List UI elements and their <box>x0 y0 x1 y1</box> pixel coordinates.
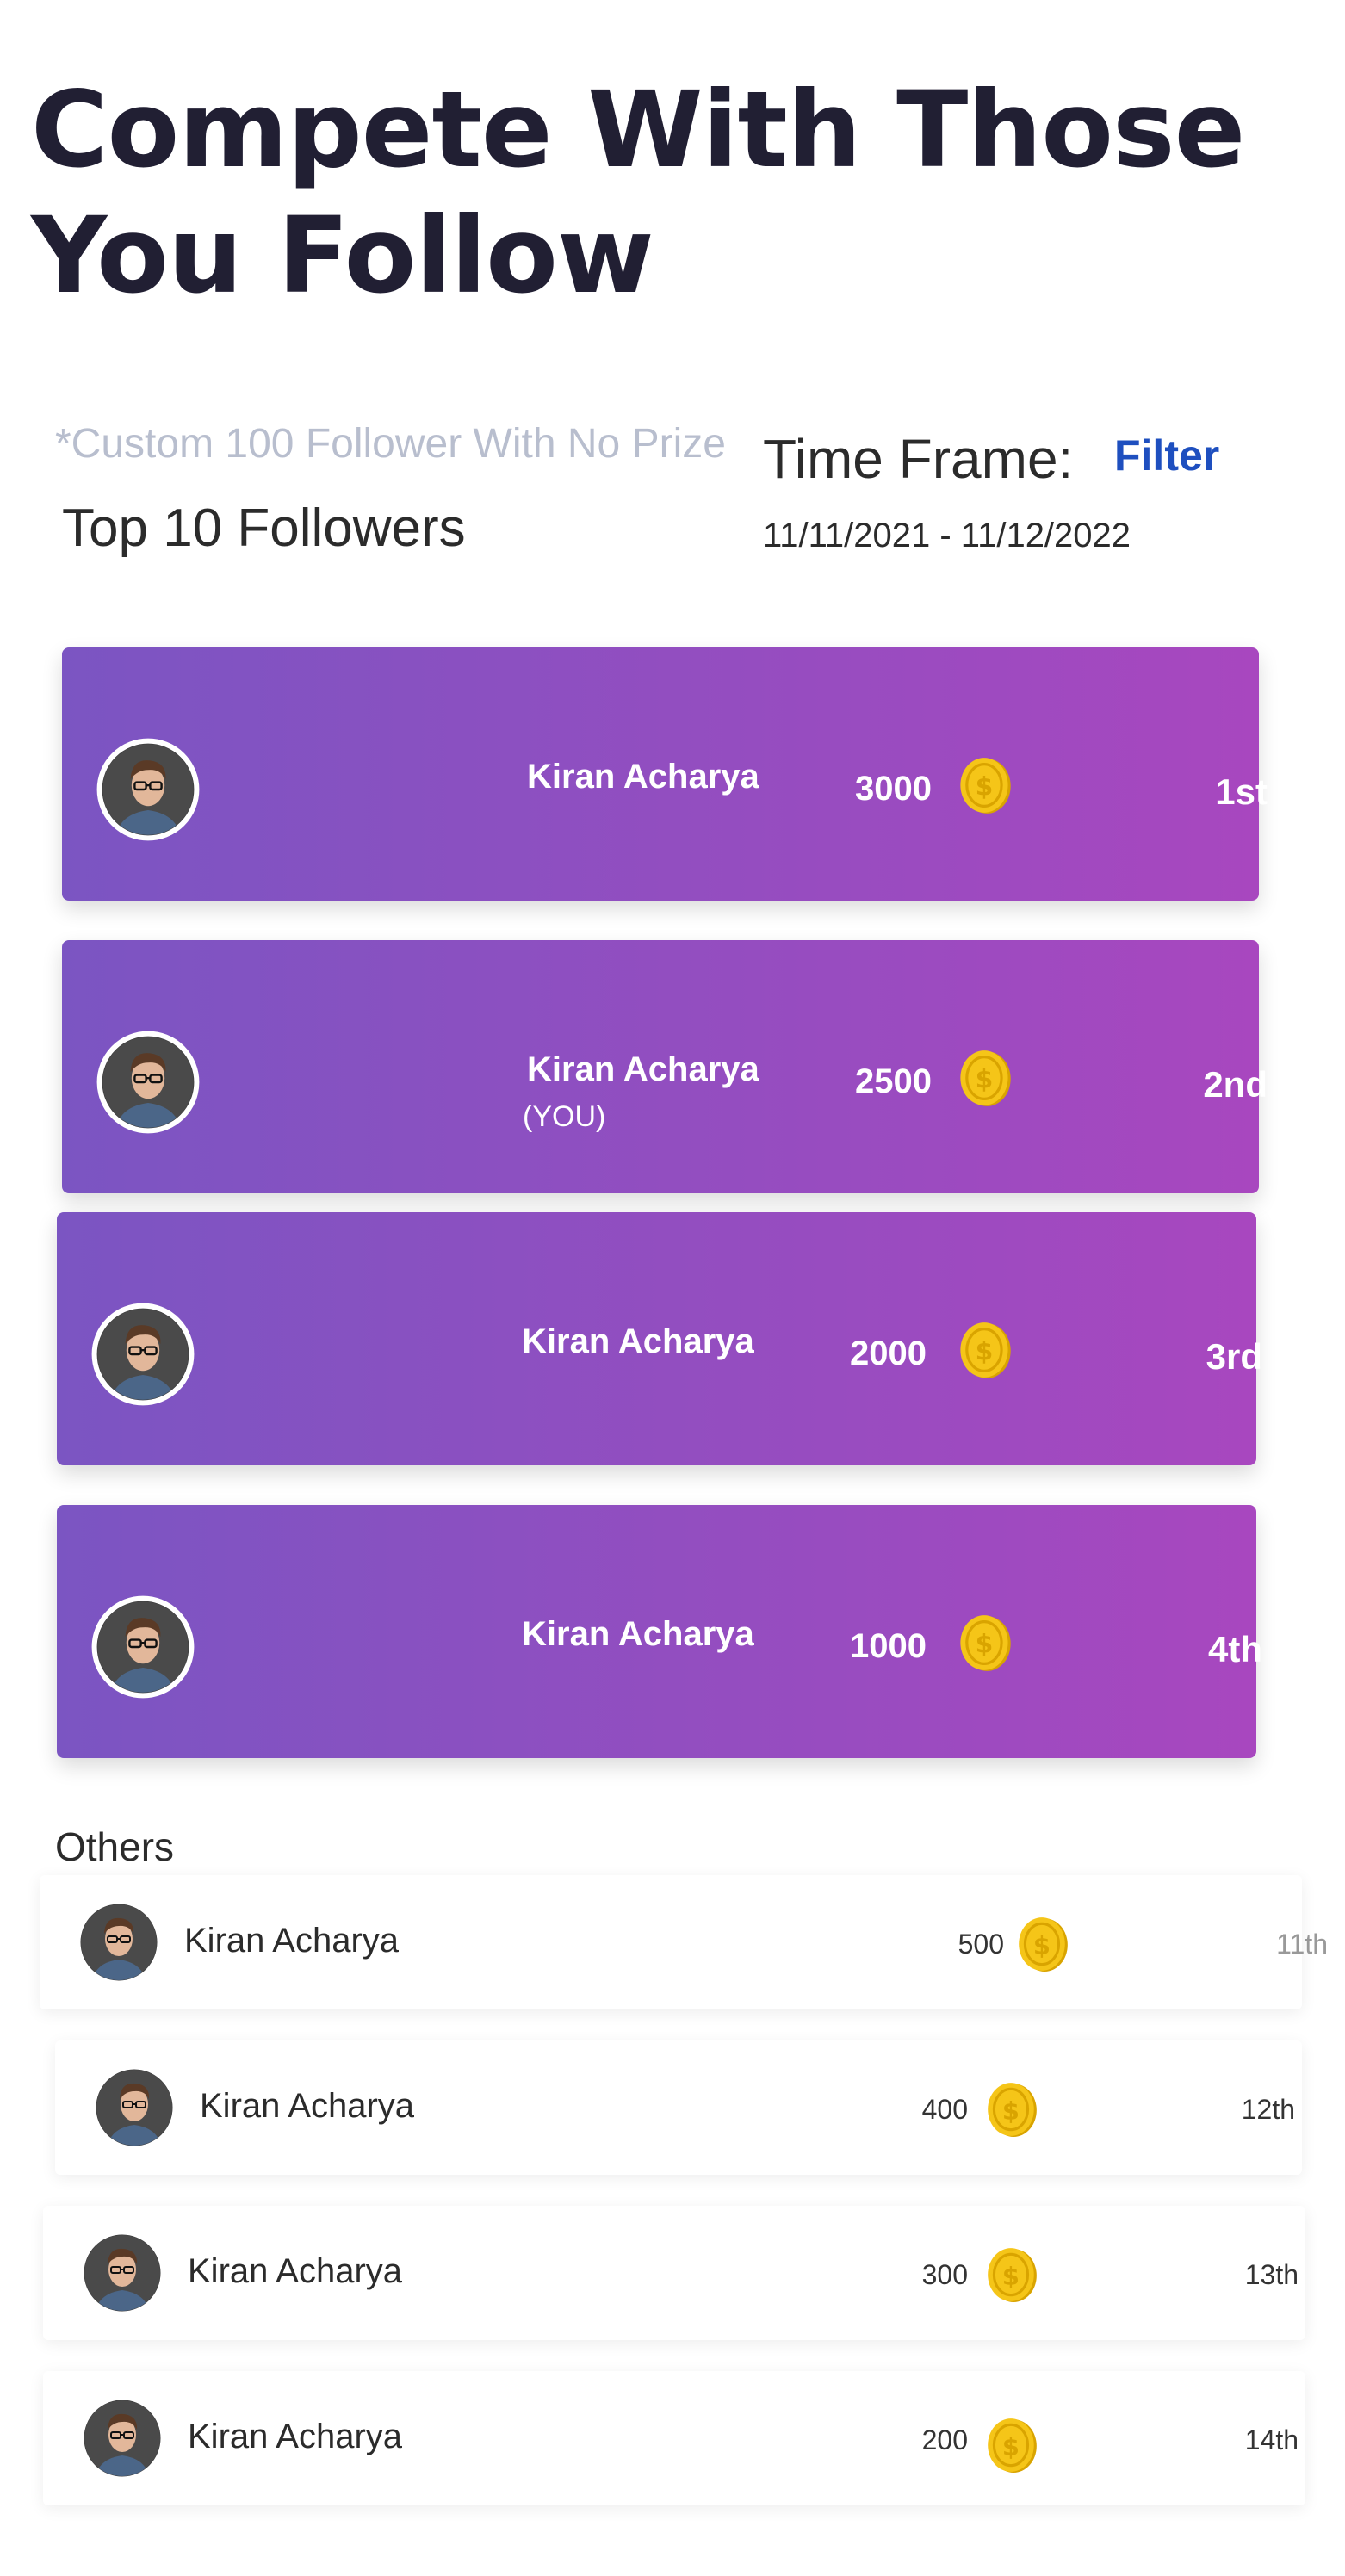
coin-icon: $ <box>958 1320 1013 1380</box>
leaderboard-subtitle: Top 10 Followers <box>62 498 466 558</box>
follower-name: Kiran Acharya <box>188 2418 403 2455</box>
svg-text:$: $ <box>976 1630 994 1660</box>
list-item[interactable]: Kiran Acharya 400 $ 12th <box>55 2040 1302 2175</box>
coin-score: 500 <box>958 1929 1004 1960</box>
svg-text:$: $ <box>976 772 994 802</box>
date-range-text: 11/11/2021 - 11/12/2022 <box>763 517 1131 554</box>
leaderboard-card-3[interactable]: Kiran Acharya 2000 $ 3rd <box>57 1212 1262 1465</box>
coin-score: 2500 <box>855 1062 932 1100</box>
rank-label: 11th <box>1276 1929 1328 1960</box>
follower-name: Kiran Acharya <box>527 758 759 796</box>
coin-icon: $ <box>985 2416 1038 2474</box>
coin-icon: $ <box>985 2245 1038 2304</box>
coin-icon: $ <box>985 2080 1038 2139</box>
coin-icon: $ <box>958 1048 1013 1108</box>
rank-label: 13th <box>1244 2259 1299 2290</box>
follower-name: Kiran Acharya <box>522 1615 754 1653</box>
rank-label: 3rd <box>1206 1336 1262 1377</box>
coin-icon: $ <box>958 1613 1013 1673</box>
custom-follower-note: *Custom 100 Follower With No Prize <box>55 421 726 467</box>
page-title: Compete With Those You Follow <box>31 69 1245 317</box>
rank-label: 2nd <box>1203 1064 1268 1105</box>
you-tag: (YOU) <box>523 1100 606 1133</box>
svg-text:$: $ <box>1033 1930 1051 1960</box>
time-frame-label: Time Frame: <box>763 428 1074 490</box>
follower-name: Kiran Acharya <box>188 2252 403 2290</box>
rank-label: 1st <box>1215 771 1268 812</box>
follower-name: Kiran Acharya <box>200 2087 415 2125</box>
coin-score: 400 <box>921 2094 968 2125</box>
coin-score: 2000 <box>850 1334 927 1372</box>
rank-label: 4th <box>1208 1629 1262 1669</box>
list-item[interactable]: Kiran Acharya 200 $ 14th <box>43 2371 1305 2505</box>
coin-icon: $ <box>1016 1915 1069 1973</box>
svg-text:$: $ <box>1002 2261 1020 2290</box>
avatar <box>91 1303 195 1406</box>
svg-text:$: $ <box>1002 2431 1020 2461</box>
coin-score: 200 <box>921 2424 968 2455</box>
avatar <box>76 1899 162 1985</box>
rank-label: 12th <box>1241 2094 1295 2125</box>
coin-score: 1000 <box>850 1627 927 1665</box>
svg-text:$: $ <box>976 1337 994 1367</box>
svg-text:$: $ <box>1002 2096 1020 2125</box>
rank-label: 14th <box>1244 2424 1299 2455</box>
others-section-title: Others <box>55 1824 175 1869</box>
list-item[interactable]: Kiran Acharya 500 $ 11th <box>40 1875 1328 2009</box>
avatar <box>79 2395 165 2481</box>
coin-score: 3000 <box>855 770 932 808</box>
leaderboard-card-4[interactable]: Kiran Acharya 1000 $ 4th <box>57 1505 1262 1758</box>
coin-score: 300 <box>921 2259 968 2290</box>
filter-button[interactable]: Filter <box>1114 430 1219 480</box>
avatar <box>91 1595 195 1699</box>
follower-name: Kiran Acharya <box>522 1322 754 1360</box>
avatar <box>91 2065 177 2151</box>
avatar <box>96 1031 200 1134</box>
avatar <box>79 2230 165 2316</box>
svg-text:$: $ <box>976 1065 994 1095</box>
follower-name: Kiran Acharya <box>184 1922 400 1960</box>
avatar <box>96 738 200 841</box>
leaderboard-card-2[interactable]: Kiran Acharya (YOU) 2500 $ 2nd <box>62 940 1268 1193</box>
leaderboard-card-1[interactable]: Kiran Acharya 3000 $ 1st <box>62 647 1268 901</box>
coin-icon: $ <box>958 755 1013 815</box>
list-item[interactable]: Kiran Acharya 300 $ 13th <box>43 2206 1305 2340</box>
follower-name: Kiran Acharya <box>527 1050 759 1088</box>
